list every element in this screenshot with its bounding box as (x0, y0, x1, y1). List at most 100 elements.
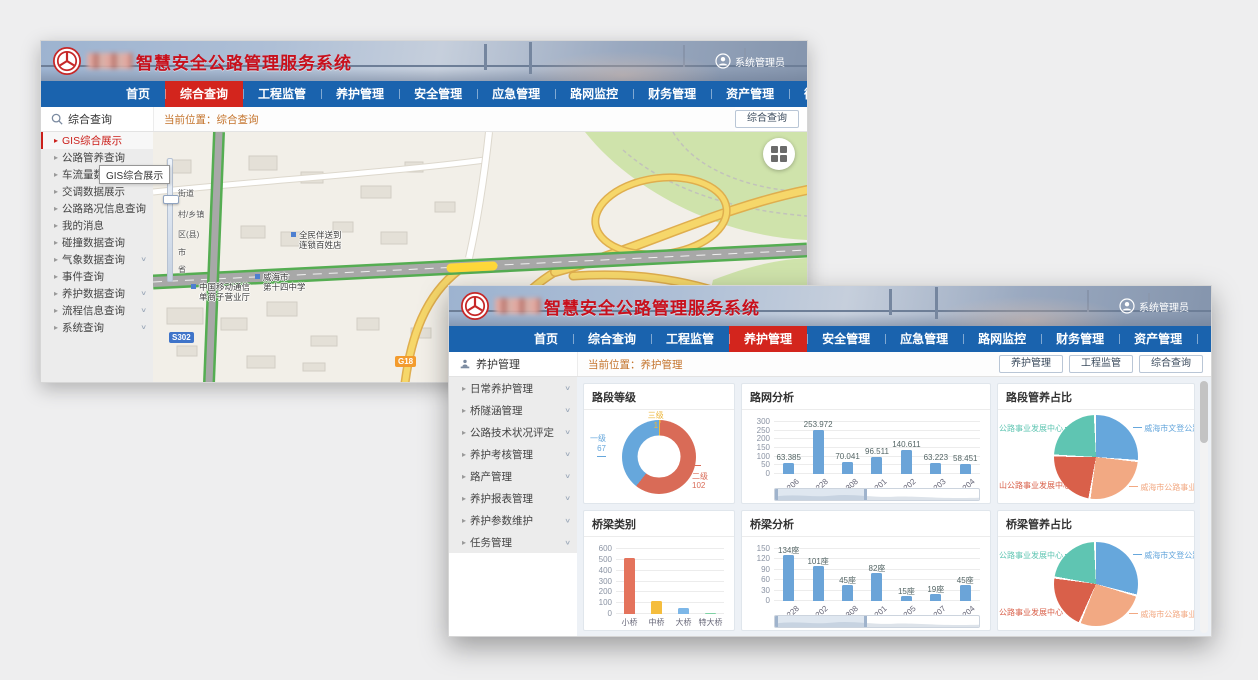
chart-panel-bridge-category: 桥梁类别 0100200300400500600小桥中桥大桥特大桥 (583, 510, 735, 631)
pie-label: 公路事业发展中心 (999, 424, 1074, 434)
sidebar-item-label: 日常养护管理 (470, 381, 533, 396)
sidebar-item-label: 公路管养查询 (62, 150, 125, 165)
datazoom-selection[interactable] (775, 616, 867, 627)
arrow-icon: ▸ (462, 406, 466, 415)
sidebar-item[interactable]: ▸流程信息查询∨ (41, 302, 153, 319)
nav-item[interactable]: 应急管理 (477, 81, 555, 107)
x-tick-label: 中桥 (649, 617, 665, 628)
sidebar-item[interactable]: ▸养护参数维护∨ (449, 509, 577, 531)
bar: 45座 (842, 585, 853, 601)
nav-item[interactable]: 养护管理 (729, 326, 807, 352)
map-layers-button[interactable] (763, 138, 795, 170)
nav-item[interactable]: 财务管理 (633, 81, 711, 107)
arrow-icon: ▸ (462, 494, 466, 503)
sub-bar: 综合查询 当前位置：综合查询 综合查询 (41, 107, 807, 132)
zoom-level-label: 省 (178, 264, 186, 275)
sidebar-item[interactable]: ▸养护数据查询∨ (41, 285, 153, 302)
bar-value-label: 253.972 (804, 420, 833, 429)
pie-label: 公路事业发展中心 (999, 551, 1074, 561)
nav-item[interactable]: 路网监控 (555, 81, 633, 107)
sidebar-item-label: 碰撞数据查询 (62, 235, 125, 250)
bar (624, 558, 635, 614)
nav-item[interactable]: 微信管理 (1197, 326, 1212, 352)
sidebar-item-label: 公路技术状况评定 (470, 425, 554, 440)
sidebar-item[interactable]: ▸我的消息 (41, 217, 153, 234)
censored-brand-name (87, 53, 133, 69)
bar-value-label: 70.041 (835, 452, 859, 461)
bar-column: 140.611 (892, 422, 921, 474)
sidebar-item[interactable]: ▸日常养护管理∨ (449, 377, 577, 399)
nav-item[interactable]: 路网监控 (963, 326, 1041, 352)
arrow-icon: ▸ (54, 272, 58, 281)
nav-item[interactable]: 财务管理 (1041, 326, 1119, 352)
sidebar-item[interactable]: ▸任务管理∨ (449, 531, 577, 553)
nav-item[interactable]: 首页 (111, 81, 165, 107)
sidebar-item[interactable]: ▸ 公路管养查询 (41, 149, 153, 166)
sidebar-item-label: 交调数据展示 (62, 184, 125, 199)
datazoom-slider[interactable] (774, 488, 980, 501)
user-menu[interactable]: 系统管理员 (1119, 298, 1189, 314)
arrow-icon: ▸ (54, 187, 58, 196)
user-menu[interactable]: 系统管理员 (715, 53, 785, 69)
corner-button[interactable]: 工程监管 (1069, 355, 1133, 373)
corner-button[interactable]: 综合查询 (735, 110, 799, 128)
bar: 140.611 (901, 450, 912, 474)
nav-item[interactable]: 养护管理 (321, 81, 399, 107)
username: 系统管理员 (735, 54, 785, 69)
chevron-down-icon: ∨ (140, 307, 147, 315)
arrow-icon: ▸ (54, 204, 58, 213)
sidebar-item[interactable]: ▸ 交调数据展示 (41, 183, 153, 200)
app-header: 智慧安全公路管理服务系统 系统管理员 (449, 286, 1211, 326)
nav-item[interactable]: 微信管理 (789, 81, 808, 107)
sidebar-item-label: 养护报表管理 (470, 491, 533, 506)
nav-item[interactable]: 资产管理 (1119, 326, 1197, 352)
sidebar-item[interactable]: ▸事件查询 (41, 268, 153, 285)
bar: 58.451 (960, 464, 971, 474)
nav-item[interactable]: 安全管理 (399, 81, 477, 107)
nav-item[interactable]: 工程监管 (243, 81, 321, 107)
sidebar-item[interactable]: ▸GIS综合展示 (41, 132, 153, 149)
pie-label: 三级1 (648, 411, 664, 430)
pie-label: 公路事业发展中心 (999, 608, 1074, 618)
nav-item[interactable]: 综合查询 (573, 326, 651, 352)
donut-circle (622, 420, 696, 494)
corner-button[interactable]: 养护管理 (999, 355, 1063, 373)
nav-item[interactable]: 应急管理 (885, 326, 963, 352)
bar-value-label: 96.511 (865, 447, 889, 456)
nav-item[interactable]: 安全管理 (807, 326, 885, 352)
x-axis-labels: 小桥中桥大桥特大桥 (616, 615, 724, 628)
arrow-icon: ▸ (462, 384, 466, 393)
nav-item[interactable]: 首页 (519, 326, 573, 352)
bar: 70.041 (842, 462, 853, 474)
sidebar-item[interactable]: ▸公路路况信息查询 (41, 200, 153, 217)
y-tick-label: 90 (746, 565, 770, 574)
x-cell: S201 (862, 475, 891, 488)
sidebar-item[interactable]: ▸碰撞数据查询 (41, 234, 153, 251)
panel-title: 桥梁类别 (584, 511, 734, 537)
app-title: 智慧安全公路管理服务系统 (136, 49, 352, 74)
nav-item[interactable]: 工程监管 (651, 326, 729, 352)
nav-item[interactable]: 资产管理 (711, 81, 789, 107)
arrow-icon: ▸ (54, 153, 58, 162)
datazoom-slider[interactable] (774, 615, 980, 628)
sidebar-item[interactable]: ▸系统查询∨ (41, 319, 153, 336)
chart-grid: 路段等级 三级1二级102一级67 路网分析 05010015020025030… (583, 383, 1195, 631)
chevron-down-icon: ∨ (140, 256, 147, 264)
bar: 63.385 (783, 463, 794, 474)
zoom-handle[interactable] (163, 195, 179, 204)
bar-value-label: 63.385 (776, 453, 800, 462)
sidebar-item[interactable]: ▸公路技术状况评定∨ (449, 421, 577, 443)
sidebar-item[interactable]: ▸桥隧涵管理∨ (449, 399, 577, 421)
sidebar-item[interactable]: ▸路产管理∨ (449, 465, 577, 487)
sidebar-item[interactable]: ▸养护报表管理∨ (449, 487, 577, 509)
corner-button[interactable]: 综合查询 (1139, 355, 1203, 373)
scrollbar[interactable] (1200, 381, 1208, 633)
panel-title: 桥梁分析 (742, 511, 990, 537)
datazoom-selection[interactable] (775, 489, 867, 500)
donut-hole (638, 435, 681, 478)
sidebar-item[interactable]: ▸养护考核管理∨ (449, 443, 577, 465)
arrow-icon: ▸ (54, 255, 58, 264)
scrollbar-thumb[interactable] (1200, 381, 1208, 443)
sidebar-item[interactable]: ▸气象数据查询∨ (41, 251, 153, 268)
nav-item[interactable]: 综合查询 (165, 81, 243, 107)
